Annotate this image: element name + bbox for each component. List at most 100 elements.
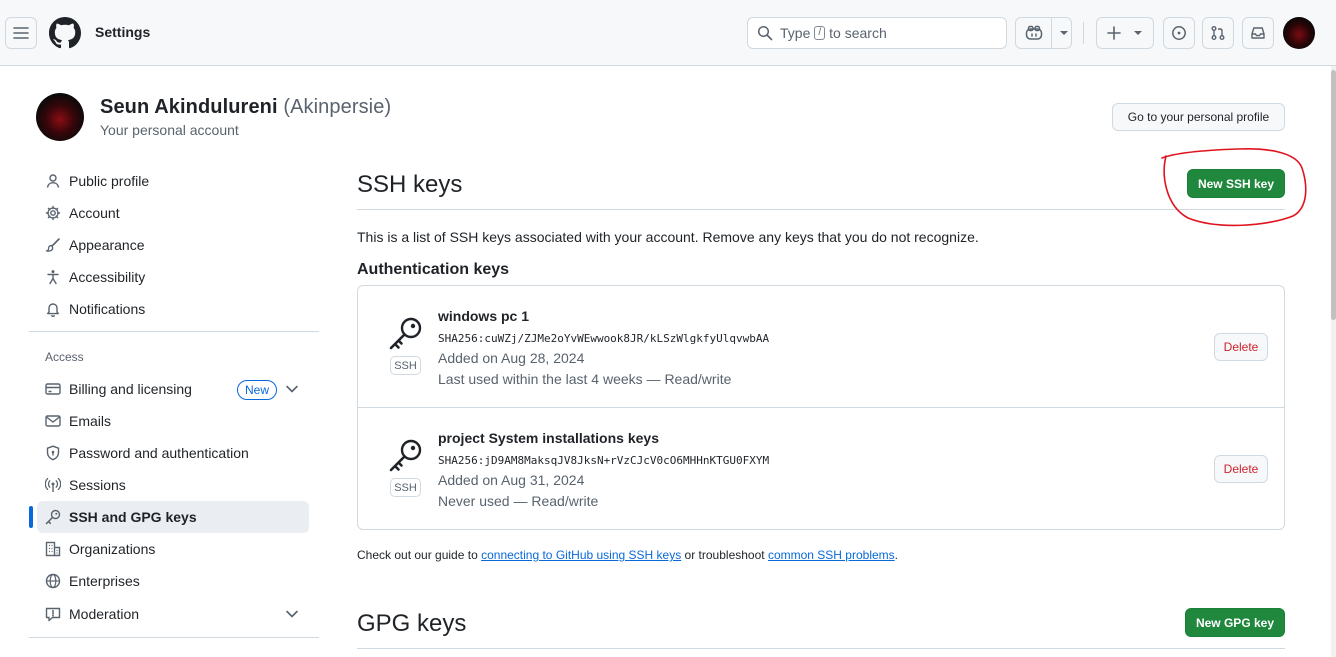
- key-fingerprint: SHA256:jD9AM8MaksqJV8JksN+rVzCJcV0cO6MHH…: [438, 454, 770, 467]
- report-icon: [45, 607, 61, 622]
- sidebar-item-label: Notifications: [69, 301, 146, 317]
- search-shortcut-key: /: [814, 26, 826, 40]
- copilot-icon: [1025, 25, 1043, 40]
- key-added-date: Added on Aug 28, 2024: [438, 350, 585, 366]
- chevron-down-icon: [1060, 31, 1068, 35]
- search-icon: [757, 25, 773, 41]
- git-pull-request-icon: [1211, 26, 1225, 40]
- inbox-icon: [1251, 27, 1265, 39]
- ssh-keys-heading: SSH keys: [357, 171, 463, 198]
- sidebar-item-label: Sessions: [69, 477, 126, 493]
- key-usage: Last used within the last 4 weeks — Read…: [438, 371, 732, 387]
- issue-opened-icon: [1172, 26, 1186, 40]
- paintbrush-icon: [45, 238, 60, 252]
- bell-icon: [47, 303, 59, 317]
- heading-divider: [357, 209, 1285, 210]
- create-new-button[interactable]: [1096, 17, 1154, 49]
- help-text-pre: Check out our guide to: [357, 548, 478, 562]
- sidebar-item-public-profile[interactable]: Public profile: [37, 165, 309, 197]
- sidebar-item-emails[interactable]: Emails: [37, 405, 309, 437]
- globe-icon: [45, 573, 61, 589]
- person-icon: [46, 174, 60, 188]
- search-input[interactable]: Type / to search: [747, 17, 1007, 49]
- accessibility-icon: [47, 270, 59, 285]
- active-indicator: [29, 506, 33, 528]
- delete-key-button[interactable]: Delete: [1214, 333, 1268, 361]
- key-icon: [389, 439, 422, 472]
- sidebar-item-label: Account: [69, 205, 120, 221]
- sidebar-divider: [29, 331, 319, 332]
- hamburger-icon: [13, 27, 29, 39]
- plus-icon: [1107, 26, 1121, 40]
- ssh-problems-link[interactable]: common SSH problems: [768, 548, 895, 562]
- new-gpg-key-button[interactable]: New GPG key: [1185, 608, 1285, 637]
- ssh-keys-intro: This is a list of SSH keys associated wi…: [357, 229, 979, 245]
- shield-lock-icon: [46, 445, 60, 461]
- go-to-profile-button[interactable]: Go to your personal profile: [1112, 103, 1285, 131]
- chevron-down-icon[interactable]: [285, 384, 299, 394]
- authentication-keys-heading: Authentication keys: [357, 261, 510, 278]
- page-scrollbar-thumb[interactable]: [1331, 70, 1336, 320]
- header-divider: [1083, 22, 1084, 44]
- chevron-down-icon[interactable]: [285, 609, 299, 619]
- key-type-label: SSH: [390, 356, 421, 375]
- sidebar-item-label: Password and authentication: [69, 445, 249, 461]
- new-badge: New: [237, 380, 278, 400]
- sidebar-item-label: SSH and GPG keys: [69, 509, 197, 525]
- credit-card-icon: [45, 383, 61, 395]
- gear-icon: [45, 205, 61, 221]
- context-title[interactable]: Settings: [95, 24, 150, 40]
- sidebar-item-enterprises[interactable]: Enterprises: [37, 565, 309, 597]
- profile-subtitle: Your personal account: [100, 122, 239, 138]
- sidebar-item-label: Public profile: [69, 173, 150, 189]
- settings-page: Settings Type / to search Seun Akindulur…: [0, 0, 1336, 657]
- sidebar-item-label: Enterprises: [69, 573, 140, 589]
- sidebar-group-heading: Access: [45, 350, 84, 364]
- delete-key-button[interactable]: Delete: [1214, 455, 1268, 483]
- issues-button[interactable]: [1163, 17, 1195, 49]
- sidebar-item-account[interactable]: Account: [37, 197, 309, 229]
- heading-divider: [357, 648, 1285, 649]
- mail-icon: [45, 415, 61, 427]
- help-text-post: .: [894, 548, 899, 562]
- key-row-divider: [358, 407, 1284, 408]
- key-type-label: SSH: [390, 478, 421, 497]
- profile-name-line: Seun Akindulureni (Akinpersie): [100, 96, 391, 119]
- user-avatar-menu[interactable]: [1283, 17, 1315, 49]
- sidebar-item-moderation[interactable]: Moderation: [37, 598, 309, 630]
- key-added-date: Added on Aug 31, 2024: [438, 472, 585, 488]
- key-title: project System installations keys: [438, 430, 659, 446]
- help-text-mid: or troubleshoot: [684, 548, 765, 562]
- sidebar-item-label: Accessibility: [69, 269, 146, 285]
- sidebar-item-appearance[interactable]: Appearance: [37, 229, 309, 261]
- search-placeholder-suffix: to search: [829, 25, 887, 41]
- sidebar-item-label: Emails: [69, 413, 112, 429]
- gpg-keys-heading: GPG keys: [357, 610, 467, 637]
- pull-requests-button[interactable]: [1202, 17, 1234, 49]
- profile-login: (Akinpersie): [283, 96, 392, 118]
- profile-avatar: [36, 93, 84, 141]
- sidebar-item-sessions[interactable]: Sessions: [37, 469, 309, 501]
- key-usage: Never used — Read/write: [438, 493, 599, 509]
- key-icon: [45, 509, 61, 525]
- sidebar-item-label: Billing and licensing: [69, 381, 192, 397]
- ssh-help-note: Check out our guide to connecting to Git…: [357, 548, 898, 562]
- sidebar-item-password-auth[interactable]: Password and authentication: [37, 437, 309, 469]
- inbox-button[interactable]: [1242, 17, 1274, 49]
- chevron-down-icon: [1134, 31, 1142, 35]
- menu-button[interactable]: [5, 17, 37, 49]
- sidebar-item-label: Appearance: [69, 237, 145, 253]
- button-divider: [1051, 18, 1052, 48]
- search-placeholder-prefix: Type: [780, 25, 811, 41]
- sidebar-item-organizations[interactable]: Organizations: [37, 533, 309, 565]
- sidebar-item-label: Organizations: [69, 541, 156, 557]
- sidebar-item-ssh-gpg-keys[interactable]: SSH and GPG keys: [37, 501, 309, 533]
- connecting-ssh-link[interactable]: connecting to GitHub using SSH keys: [481, 548, 681, 562]
- github-logo-icon[interactable]: [49, 17, 81, 49]
- copilot-button[interactable]: [1015, 17, 1072, 49]
- key-icon: [389, 317, 422, 350]
- sidebar-item-notifications[interactable]: Notifications: [37, 293, 309, 325]
- broadcast-icon: [45, 477, 61, 492]
- sidebar-item-accessibility[interactable]: Accessibility: [37, 261, 309, 293]
- new-ssh-key-button[interactable]: New SSH key: [1187, 169, 1285, 198]
